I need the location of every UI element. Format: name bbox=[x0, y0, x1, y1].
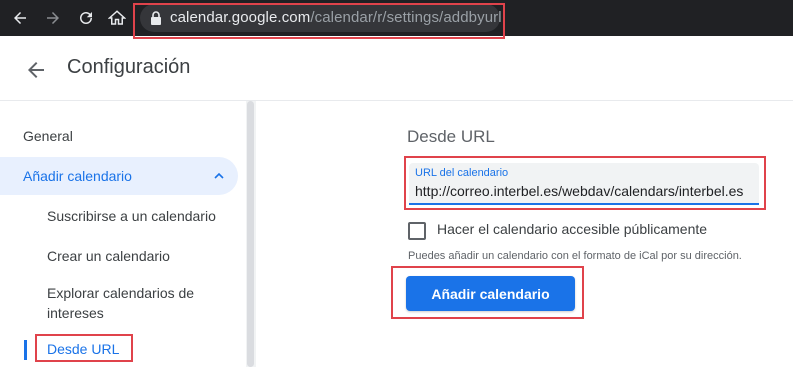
public-checkbox-label[interactable]: Hacer el calendario accesible públicamen… bbox=[437, 221, 707, 237]
url-host: calendar.google.com bbox=[170, 9, 311, 26]
back-arrow-icon[interactable] bbox=[24, 58, 48, 82]
home-icon[interactable] bbox=[105, 6, 129, 30]
sidebar-item-general[interactable]: General bbox=[23, 128, 73, 144]
calendar-url-input[interactable]: URL del calendario http://correo.interbe… bbox=[409, 163, 759, 205]
sidebar-item-add-calendar[interactable]: Añadir calendario bbox=[0, 157, 238, 195]
url-field-value[interactable]: http://correo.interbel.es/webdav/calenda… bbox=[415, 183, 755, 199]
back-icon[interactable] bbox=[8, 6, 32, 30]
lock-icon bbox=[151, 11, 161, 25]
page-title: Configuración bbox=[67, 56, 191, 78]
public-checkbox[interactable] bbox=[408, 222, 426, 240]
section-title: Desde URL bbox=[407, 127, 495, 146]
helper-text: Puedes añadir un calendario con el forma… bbox=[408, 250, 742, 262]
sidebar-item-label: Añadir calendario bbox=[23, 168, 132, 184]
active-indicator bbox=[24, 340, 27, 360]
add-calendar-button[interactable]: Añadir calendario bbox=[406, 276, 575, 311]
scrollbar-thumb[interactable] bbox=[247, 101, 254, 367]
url-path: /calendar/r/settings/addbyurl bbox=[310, 9, 502, 26]
forward-icon[interactable] bbox=[41, 6, 65, 30]
sidebar-item-from-url[interactable]: Desde URL bbox=[47, 339, 119, 359]
reload-icon[interactable] bbox=[74, 6, 98, 30]
sidebar-item-subscribe[interactable]: Suscribirse a un calendario bbox=[47, 206, 216, 226]
sidebar-item-explore[interactable]: Explorar calendarios de intereses bbox=[47, 283, 217, 323]
sidebar-item-create[interactable]: Crear un calendario bbox=[47, 246, 170, 266]
address-url[interactable]: calendar.google.com/calendar/r/settings/… bbox=[170, 9, 502, 26]
chevron-up-icon bbox=[214, 172, 224, 179]
url-field-label: URL del calendario bbox=[415, 167, 509, 179]
